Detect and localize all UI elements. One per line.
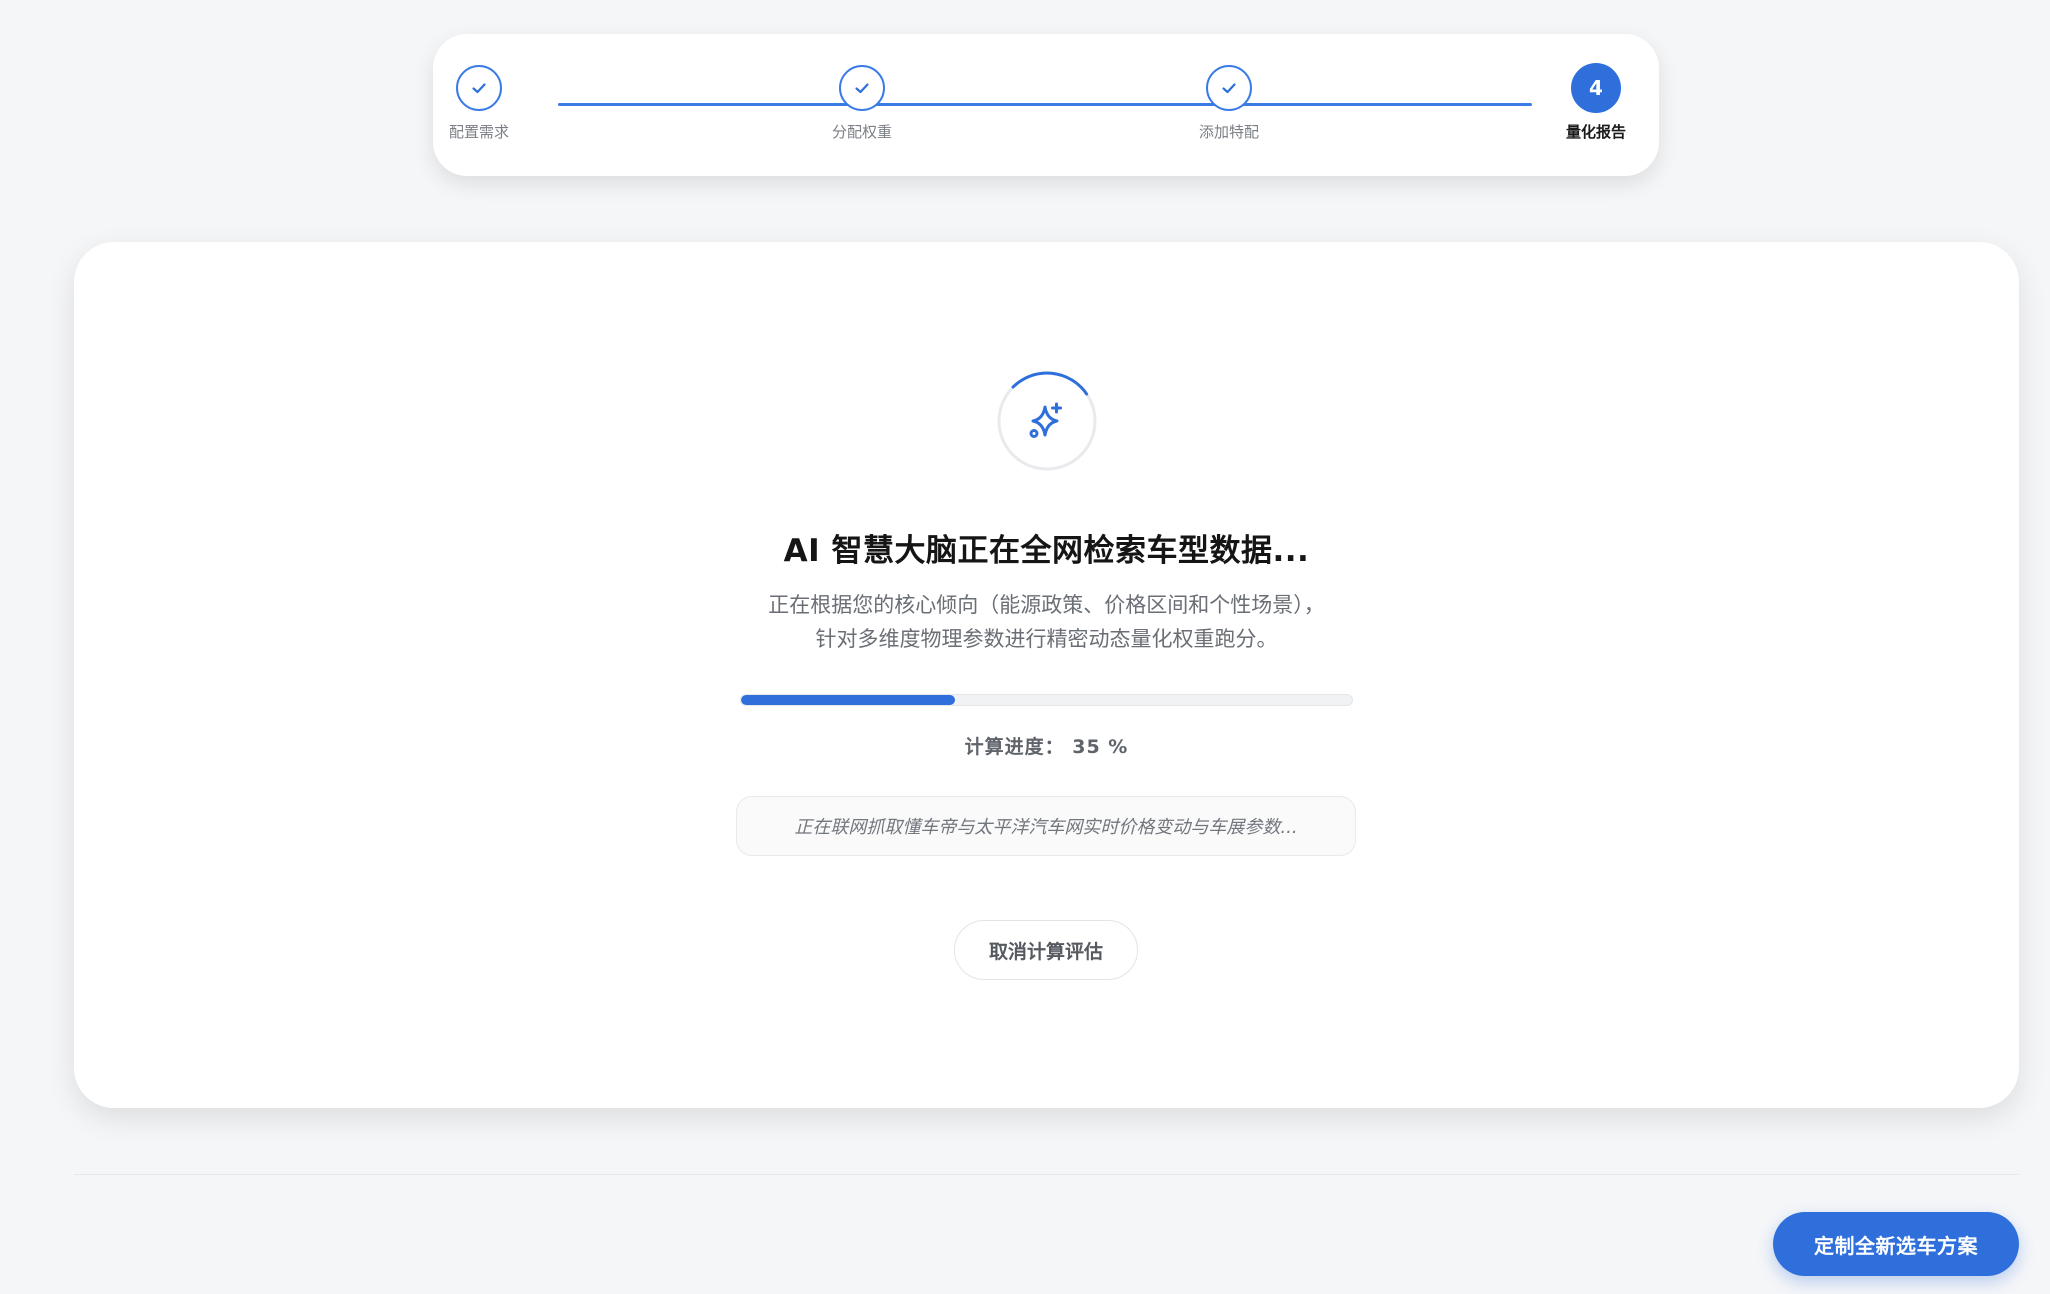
step-add-features[interactable]: 添加特配 [1159,65,1299,142]
step-label: 分配权重 [831,123,892,141]
loading-description: 正在根据您的核心倾向（能源政策、价格区间和个性场景）， 针对多维度物理参数进行精… [74,588,2019,656]
stepper-connector-line [558,103,1532,106]
check-icon [1222,83,1236,94]
step-1-check-circle [456,65,502,111]
step-2-check-circle [839,65,885,111]
cancel-calculation-button[interactable]: 取消计算评估 [954,920,1138,980]
step-configure-requirements[interactable]: 配置需求 [409,65,549,142]
progress-bar-fill [741,695,955,705]
progress-stepper: 配置需求 分配权重 添加特配 4 量化报告 [433,34,1659,176]
loading-spinner [996,370,1098,472]
loading-title: AI 智慧大脑正在全网检索车型数据... [783,533,1310,569]
description-line-2: 针对多维度物理参数进行精密动态量化权重跑分。 [815,627,1278,651]
step-label: 配置需求 [448,123,509,141]
description-line-1: 正在根据您的核心倾向（能源政策、价格区间和个性场景）， [768,593,1325,617]
step-label: 添加特配 [1198,123,1259,141]
progress-bar [740,694,1353,706]
step-quantified-report[interactable]: 4 量化报告 [1526,63,1666,142]
new-plan-button[interactable]: 定制全新选车方案 [1773,1212,2019,1276]
status-log: 正在联网抓取懂车帝与太平洋汽车网实时价格变动与车展参数... [736,796,1356,856]
progress-label: 计算进度： 35 % [964,736,1129,758]
footer-divider [74,1174,2019,1175]
step-4-number-circle: 4 [1571,63,1621,113]
step-3-check-circle [1206,65,1252,111]
step-assign-weights[interactable]: 分配权重 [792,65,932,142]
loading-card: AI 智慧大脑正在全网检索车型数据... 正在根据您的核心倾向（能源政策、价格区… [74,242,2019,1108]
check-icon [472,83,486,94]
step-label: 量化报告 [1565,123,1626,141]
check-icon [855,83,869,94]
